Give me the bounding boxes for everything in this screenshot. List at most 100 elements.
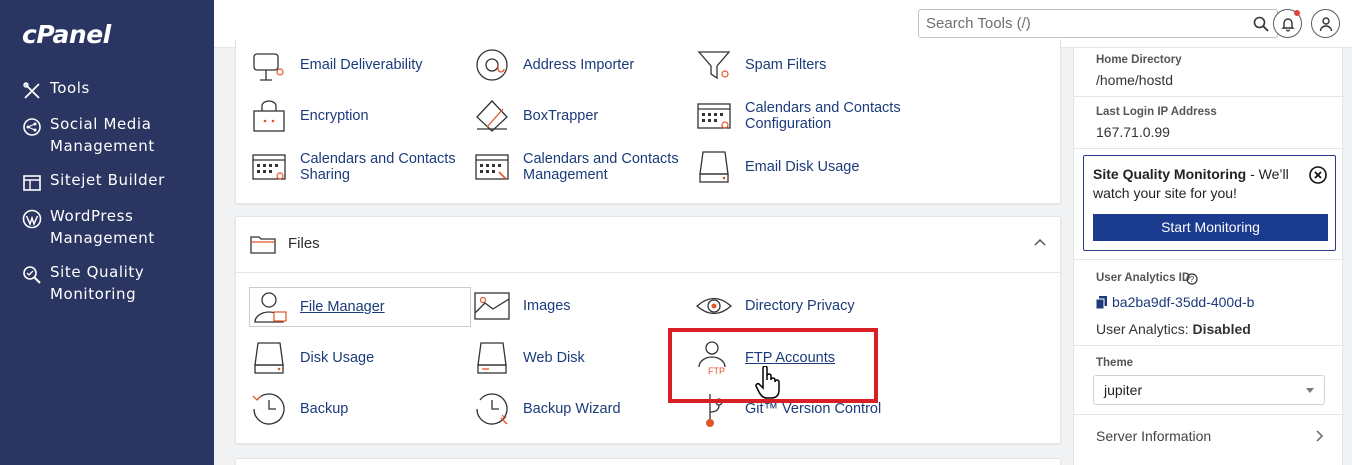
tool-email-disk-usage[interactable]: Email Disk Usage — [695, 148, 859, 186]
search-icon[interactable] — [1253, 16, 1269, 32]
web-disk-icon — [477, 342, 507, 374]
address-importer-icon — [476, 49, 508, 81]
theme-selected-value: jupiter — [1104, 382, 1143, 398]
tool-calendars-contacts-management[interactable]: Calendars and Contacts Management — [473, 148, 679, 186]
tool-label: Git™ Version Control — [745, 401, 882, 417]
site-quality-icon — [23, 266, 41, 284]
tool-file-manager[interactable]: File Manager — [249, 287, 471, 327]
tool-label: Address Importer — [523, 57, 635, 73]
analytics-id-value: ba2ba9df-35dd-400d-b — [1112, 294, 1255, 310]
images-icon — [474, 292, 510, 320]
tool-label: Backup — [300, 401, 349, 417]
sitejet-icon — [23, 175, 41, 191]
tool-encryption[interactable]: Encryption — [250, 97, 369, 135]
sqm-text: Site Quality Monitoring - We’ll watch yo… — [1093, 165, 1303, 203]
analytics-status-value: Disabled — [1192, 321, 1251, 337]
calendar-management-icon — [475, 154, 509, 180]
server-information-label: Server Information — [1096, 428, 1212, 444]
wordpress-icon — [22, 209, 42, 229]
disk-usage-icon — [254, 342, 284, 374]
theme-select[interactable]: jupiter — [1093, 375, 1325, 405]
tool-backup[interactable]: Backup — [250, 390, 348, 428]
hand-cursor-icon — [755, 366, 780, 399]
tool-images[interactable]: Images — [473, 287, 571, 325]
tool-boxtrapper[interactable]: BoxTrapper — [473, 97, 598, 135]
files-section-header[interactable]: Files — [236, 217, 1060, 273]
social-media-icon — [23, 118, 41, 136]
tool-calendars-contacts-configuration[interactable]: Calendars and Contacts Configuration — [695, 97, 901, 135]
search-box[interactable] — [918, 9, 1278, 38]
tool-label: File Manager — [300, 299, 385, 315]
server-information-row[interactable]: Server Information — [1074, 415, 1344, 465]
site-quality-monitoring-card: Site Quality Monitoring - We’ll watch yo… — [1083, 155, 1336, 251]
tool-label: Backup Wizard — [523, 401, 621, 417]
tool-label: Directory Privacy — [745, 298, 855, 314]
sidebar-item-sitejet[interactable]: Sitejet Builder — [0, 170, 214, 193]
tool-label: Email Deliverability — [300, 57, 423, 73]
files-section-title: Files — [288, 235, 320, 252]
search-input[interactable] — [926, 13, 1236, 34]
tool-label: Calendars and Contacts Management — [523, 151, 679, 183]
user-menu-button[interactable] — [1311, 9, 1340, 38]
sidebar-item-label: Social Media Management — [50, 115, 155, 155]
user-icon — [1319, 17, 1333, 32]
folder-icon — [250, 236, 276, 254]
start-monitoring-button[interactable]: Start Monitoring — [1093, 214, 1328, 241]
boxtrapper-icon — [476, 100, 508, 132]
tool-directory-privacy[interactable]: Directory Privacy — [695, 287, 855, 325]
sidebar-item-tools[interactable]: Tools — [0, 78, 214, 101]
calendar-sharing-icon — [252, 154, 286, 180]
tool-spam-filters[interactable]: Spam Filters — [695, 46, 826, 84]
analytics-status-label: User Analytics: — [1096, 321, 1189, 337]
chevron-right-icon — [1316, 430, 1324, 442]
close-icon[interactable] — [1309, 166, 1327, 184]
tool-web-disk[interactable]: Web Disk — [473, 339, 585, 377]
svg-text:?: ? — [1190, 275, 1195, 284]
sqm-title: Site Quality Monitoring — [1093, 166, 1247, 182]
sidebar-item-label: Site Quality Monitoring — [50, 263, 145, 303]
sidebar-item-site-quality[interactable]: Site Quality Monitoring — [0, 262, 214, 305]
chevron-up-icon[interactable] — [1034, 238, 1046, 246]
email-deliverability-icon — [253, 53, 284, 81]
tools-icon — [23, 82, 40, 99]
bell-icon — [1281, 18, 1295, 32]
copy-icon[interactable] — [1096, 296, 1107, 309]
spam-filters-icon — [697, 51, 731, 80]
sidebar-item-social-media[interactable]: Social Media Management — [0, 114, 214, 157]
sidebar: cPanel Tools Social Media Management Sit… — [0, 0, 214, 465]
sidebar-nav: Tools Social Media Management Sitejet Bu… — [0, 78, 214, 318]
files-panel: Files File Manager Images Directory Priv… — [235, 216, 1061, 444]
tool-label: Spam Filters — [745, 57, 827, 73]
last-login-value: 167.71.0.99 — [1096, 124, 1170, 140]
tool-label: Calendars and Contacts Sharing — [300, 151, 456, 183]
user-analytics-section: User Analytics ID ? ba2ba9df-35dd-400d-b… — [1074, 260, 1344, 346]
tool-label: Email Disk Usage — [745, 159, 860, 175]
calendar-config-icon — [697, 103, 731, 129]
sidebar-item-wordpress[interactable]: WordPress Management — [0, 206, 214, 249]
help-icon[interactable]: ? — [1186, 273, 1198, 285]
tool-disk-usage[interactable]: Disk Usage — [250, 339, 374, 377]
tool-calendars-contacts-sharing[interactable]: Calendars and Contacts Sharing — [250, 148, 456, 186]
tool-label: Disk Usage — [300, 350, 375, 366]
tool-label: Web Disk — [523, 350, 585, 366]
notifications-button[interactable] — [1273, 9, 1302, 38]
last-login-label: Last Login IP Address — [1096, 106, 1217, 118]
sidebar-item-label: Sitejet Builder — [50, 171, 165, 189]
tool-label: BoxTrapper — [523, 108, 599, 124]
encryption-icon — [253, 100, 285, 132]
home-directory-section: Home Directory /home/hostd — [1074, 48, 1344, 97]
tool-backup-wizard[interactable]: Backup Wizard — [473, 390, 621, 428]
backup-wizard-icon — [476, 393, 508, 425]
tool-address-importer[interactable]: Address Importer — [473, 46, 634, 84]
analytics-id-label: User Analytics ID — [1096, 272, 1191, 284]
backup-icon — [252, 393, 285, 425]
tool-label: Encryption — [300, 108, 369, 124]
home-directory-label: Home Directory — [1096, 54, 1182, 66]
notification-dot — [1294, 10, 1300, 16]
sidebar-item-label: WordPress Management — [50, 207, 155, 247]
cpanel-logo[interactable]: cPanel — [22, 20, 111, 49]
last-login-section: Last Login IP Address 167.71.0.99 — [1074, 97, 1344, 149]
directory-privacy-icon — [696, 297, 732, 315]
tool-email-deliverability[interactable]: Email Deliverability — [250, 46, 422, 84]
home-directory-value: /home/hostd — [1096, 72, 1174, 88]
